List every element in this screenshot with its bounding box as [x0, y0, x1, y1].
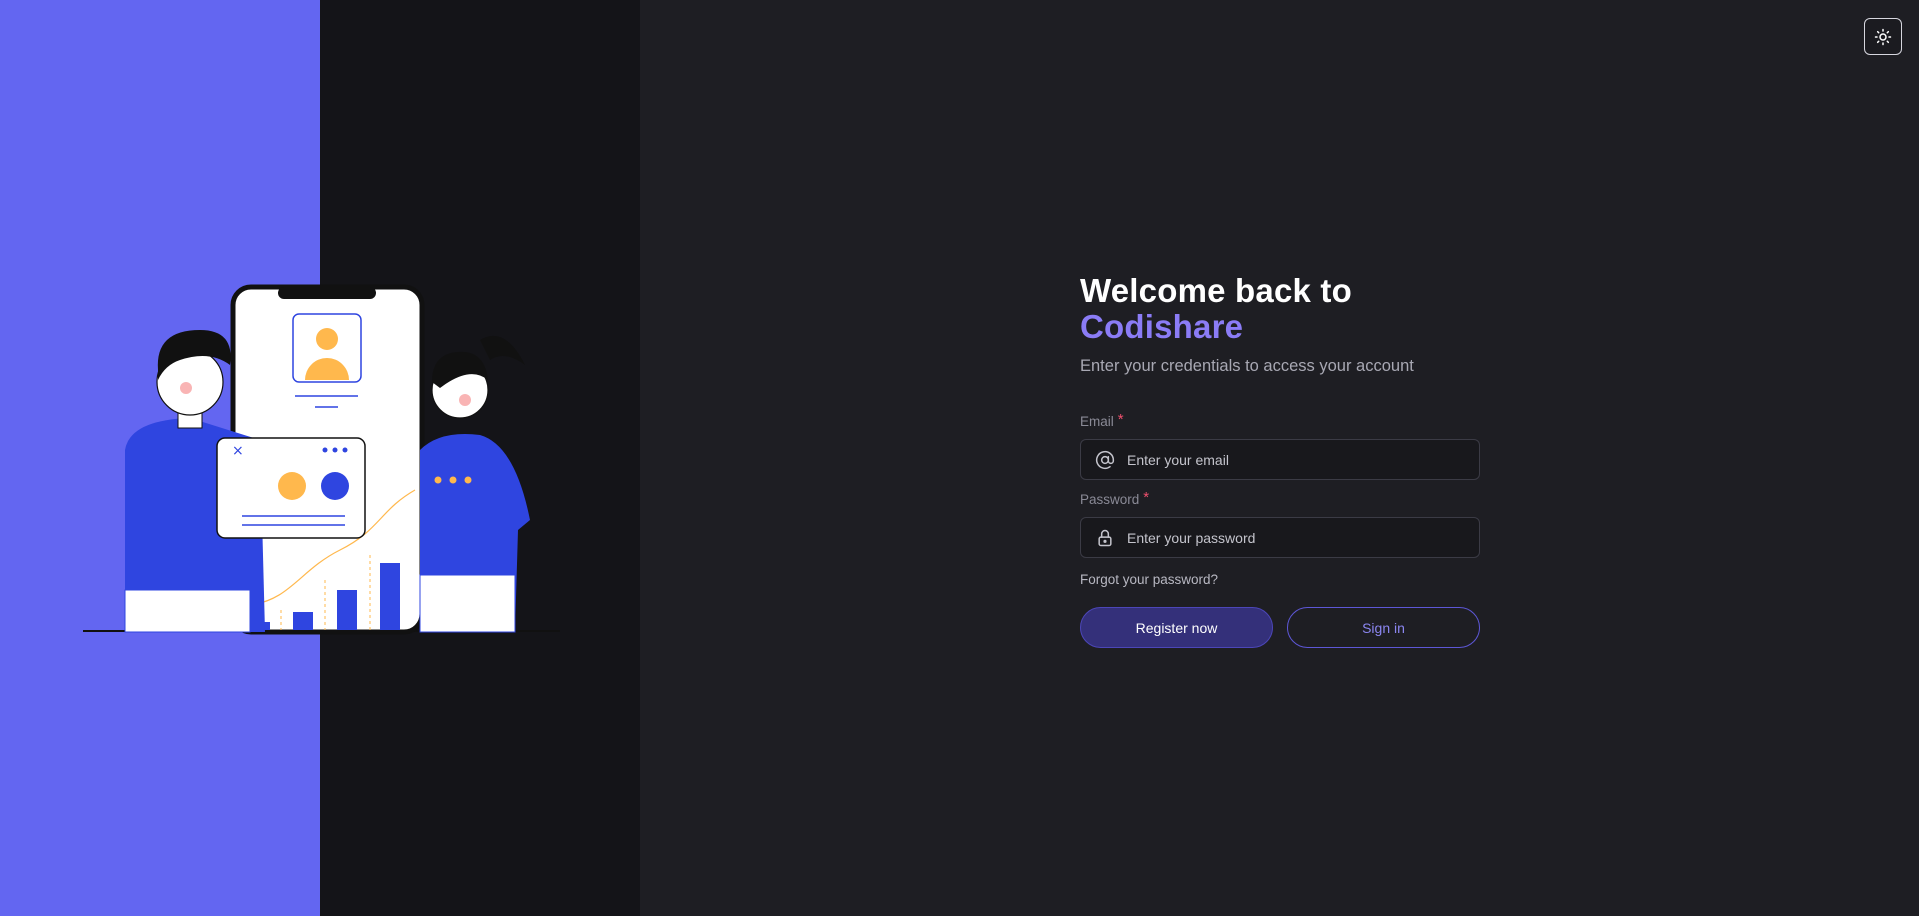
email-label-text: Email	[1080, 414, 1114, 429]
hero-pane: ×	[0, 0, 640, 916]
brand-name: Codishare	[1080, 308, 1244, 345]
page-subtitle: Enter your credentials to access your ac…	[1080, 357, 1414, 375]
sun-icon	[1874, 28, 1892, 45]
theme-toggle-button[interactable]	[1864, 18, 1902, 55]
password-label: Password *	[1080, 489, 1480, 507]
sign-in-button[interactable]: Sign in	[1287, 607, 1480, 648]
login-form: Welcome back to Codishare Enter your cre…	[1080, 273, 1480, 648]
forgot-password-link[interactable]: Forgot your password?	[1080, 572, 1218, 587]
password-field-container	[1080, 517, 1480, 558]
email-field-container	[1080, 439, 1480, 480]
password-label-text: Password	[1080, 492, 1140, 507]
title-line: Welcome back to	[1080, 272, 1352, 309]
page-title: Welcome back to Codishare	[1080, 273, 1480, 345]
email-input[interactable]	[1127, 451, 1479, 468]
lock-icon	[1098, 529, 1112, 546]
hero-illustration: ×	[83, 284, 560, 635]
email-required-mark: *	[1117, 411, 1124, 428]
password-required-mark: *	[1143, 489, 1150, 506]
password-input[interactable]	[1127, 529, 1479, 546]
form-actions: Register now Sign in	[1080, 607, 1480, 648]
at-sign-icon	[1095, 450, 1115, 469]
register-button[interactable]: Register now	[1080, 607, 1273, 648]
email-label: Email *	[1080, 411, 1480, 429]
svg-text:×: ×	[232, 443, 244, 459]
